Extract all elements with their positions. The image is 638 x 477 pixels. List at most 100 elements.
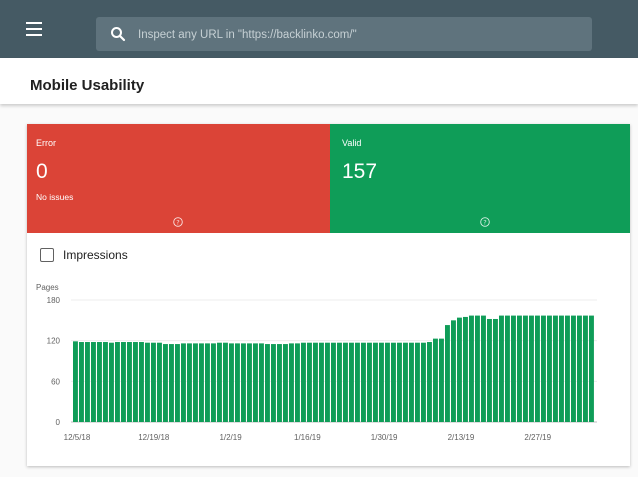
search-input[interactable] bbox=[136, 23, 580, 47]
bar bbox=[577, 315, 582, 422]
bar bbox=[391, 342, 396, 422]
bar bbox=[91, 342, 96, 422]
bar bbox=[589, 315, 594, 422]
x-tick-label: 1/2/19 bbox=[219, 433, 242, 442]
bar bbox=[217, 342, 222, 422]
bar bbox=[289, 343, 294, 422]
bar bbox=[187, 343, 192, 422]
bar bbox=[265, 344, 270, 422]
y-tick-label: 180 bbox=[47, 296, 61, 305]
bar bbox=[415, 342, 420, 422]
bar bbox=[121, 342, 126, 422]
bar bbox=[457, 317, 462, 422]
bar bbox=[385, 342, 390, 422]
bar bbox=[469, 315, 474, 422]
error-tile[interactable]: Error 0 No issues ? bbox=[27, 124, 330, 233]
x-tick-label: 12/5/18 bbox=[64, 433, 91, 442]
bar bbox=[271, 344, 276, 422]
bar bbox=[445, 325, 450, 422]
bar bbox=[241, 343, 246, 422]
bar bbox=[151, 342, 156, 422]
bar bbox=[373, 342, 378, 422]
valid-label: Valid bbox=[342, 138, 362, 148]
bar bbox=[565, 315, 570, 422]
bar bbox=[247, 343, 252, 422]
mobile-usability-card: Error 0 No issues ? Valid 157 ? Impressi… bbox=[27, 124, 630, 466]
bar bbox=[115, 342, 120, 422]
bar bbox=[493, 318, 498, 422]
bar bbox=[193, 343, 198, 422]
help-icon[interactable]: ? bbox=[173, 217, 183, 227]
bar bbox=[421, 342, 426, 422]
bar bbox=[535, 315, 540, 422]
bar bbox=[427, 342, 432, 422]
bar bbox=[85, 342, 90, 422]
bar bbox=[211, 343, 216, 422]
bar bbox=[463, 316, 468, 422]
bar bbox=[337, 342, 342, 422]
bar bbox=[319, 342, 324, 422]
bar bbox=[451, 320, 456, 422]
bar bbox=[559, 315, 564, 422]
bar bbox=[379, 342, 384, 422]
bar bbox=[145, 342, 150, 422]
bar bbox=[367, 342, 372, 422]
bar bbox=[205, 343, 210, 422]
bar bbox=[325, 342, 330, 422]
x-tick-label: 1/16/19 bbox=[294, 433, 321, 442]
bar bbox=[349, 342, 354, 422]
bar bbox=[301, 342, 306, 422]
error-label: Error bbox=[36, 138, 56, 148]
help-icon[interactable]: ? bbox=[480, 217, 490, 227]
bar bbox=[553, 315, 558, 422]
bar bbox=[169, 344, 174, 422]
svg-text:?: ? bbox=[483, 218, 486, 226]
bar bbox=[133, 342, 138, 422]
menu-icon[interactable] bbox=[26, 22, 42, 36]
bar bbox=[403, 342, 408, 422]
bar bbox=[331, 342, 336, 422]
bar bbox=[253, 343, 258, 422]
bar bbox=[523, 315, 528, 422]
error-subtitle: No issues bbox=[36, 192, 74, 202]
bar bbox=[475, 315, 480, 422]
impressions-checkbox[interactable] bbox=[40, 248, 54, 262]
y-tick-label: 0 bbox=[56, 418, 61, 427]
bar bbox=[277, 344, 282, 422]
bar bbox=[583, 315, 588, 422]
bar bbox=[361, 342, 366, 422]
bar bbox=[127, 342, 132, 422]
bar bbox=[73, 341, 78, 422]
bar bbox=[547, 315, 552, 422]
valid-count: 157 bbox=[342, 160, 378, 183]
bar bbox=[175, 344, 180, 422]
bar bbox=[97, 342, 102, 422]
y-tick-label: 120 bbox=[47, 337, 61, 346]
bar bbox=[409, 342, 414, 422]
bar bbox=[109, 342, 114, 422]
bar bbox=[313, 342, 318, 422]
bar bbox=[433, 338, 438, 422]
bar bbox=[487, 318, 492, 422]
bar bbox=[223, 342, 228, 422]
bar bbox=[481, 315, 486, 422]
bar bbox=[517, 315, 522, 422]
error-count: 0 bbox=[36, 160, 48, 183]
y-tick-label: 60 bbox=[51, 377, 60, 386]
bar bbox=[103, 342, 108, 422]
bar bbox=[571, 315, 576, 422]
bar bbox=[259, 343, 264, 422]
bar bbox=[163, 344, 168, 422]
bar bbox=[229, 343, 234, 422]
bar bbox=[181, 343, 186, 422]
page-title: Mobile Usability bbox=[30, 77, 145, 94]
bar bbox=[295, 343, 300, 422]
bar bbox=[529, 315, 534, 422]
url-inspection-search[interactable] bbox=[96, 17, 592, 51]
valid-tile[interactable]: Valid 157 ? bbox=[330, 124, 630, 233]
bar bbox=[511, 315, 516, 422]
bar bbox=[439, 338, 444, 422]
bar bbox=[355, 342, 360, 422]
bar bbox=[397, 342, 402, 422]
bar bbox=[541, 315, 546, 422]
